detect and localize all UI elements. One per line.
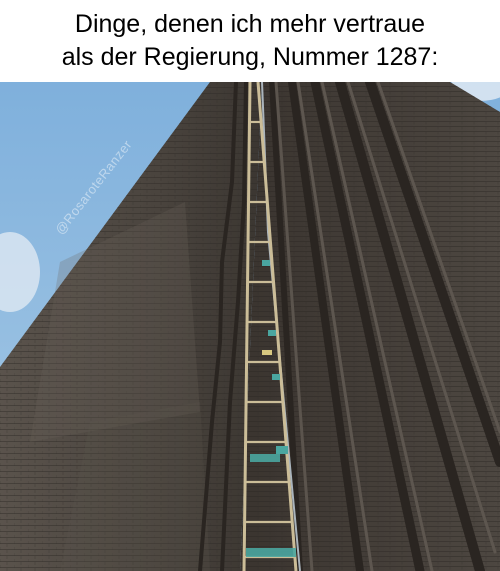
caption: Dinge, denen ich mehr vertraue als der R… bbox=[0, 0, 500, 82]
caption-line-1: Dinge, denen ich mehr vertraue bbox=[74, 10, 426, 38]
tower-photo bbox=[0, 82, 500, 571]
tower-scene bbox=[0, 82, 500, 571]
caption-line-2: als der Regierung, Nummer 1287: bbox=[61, 43, 439, 71]
meme: Dinge, denen ich mehr vertraue als der R… bbox=[0, 0, 500, 571]
